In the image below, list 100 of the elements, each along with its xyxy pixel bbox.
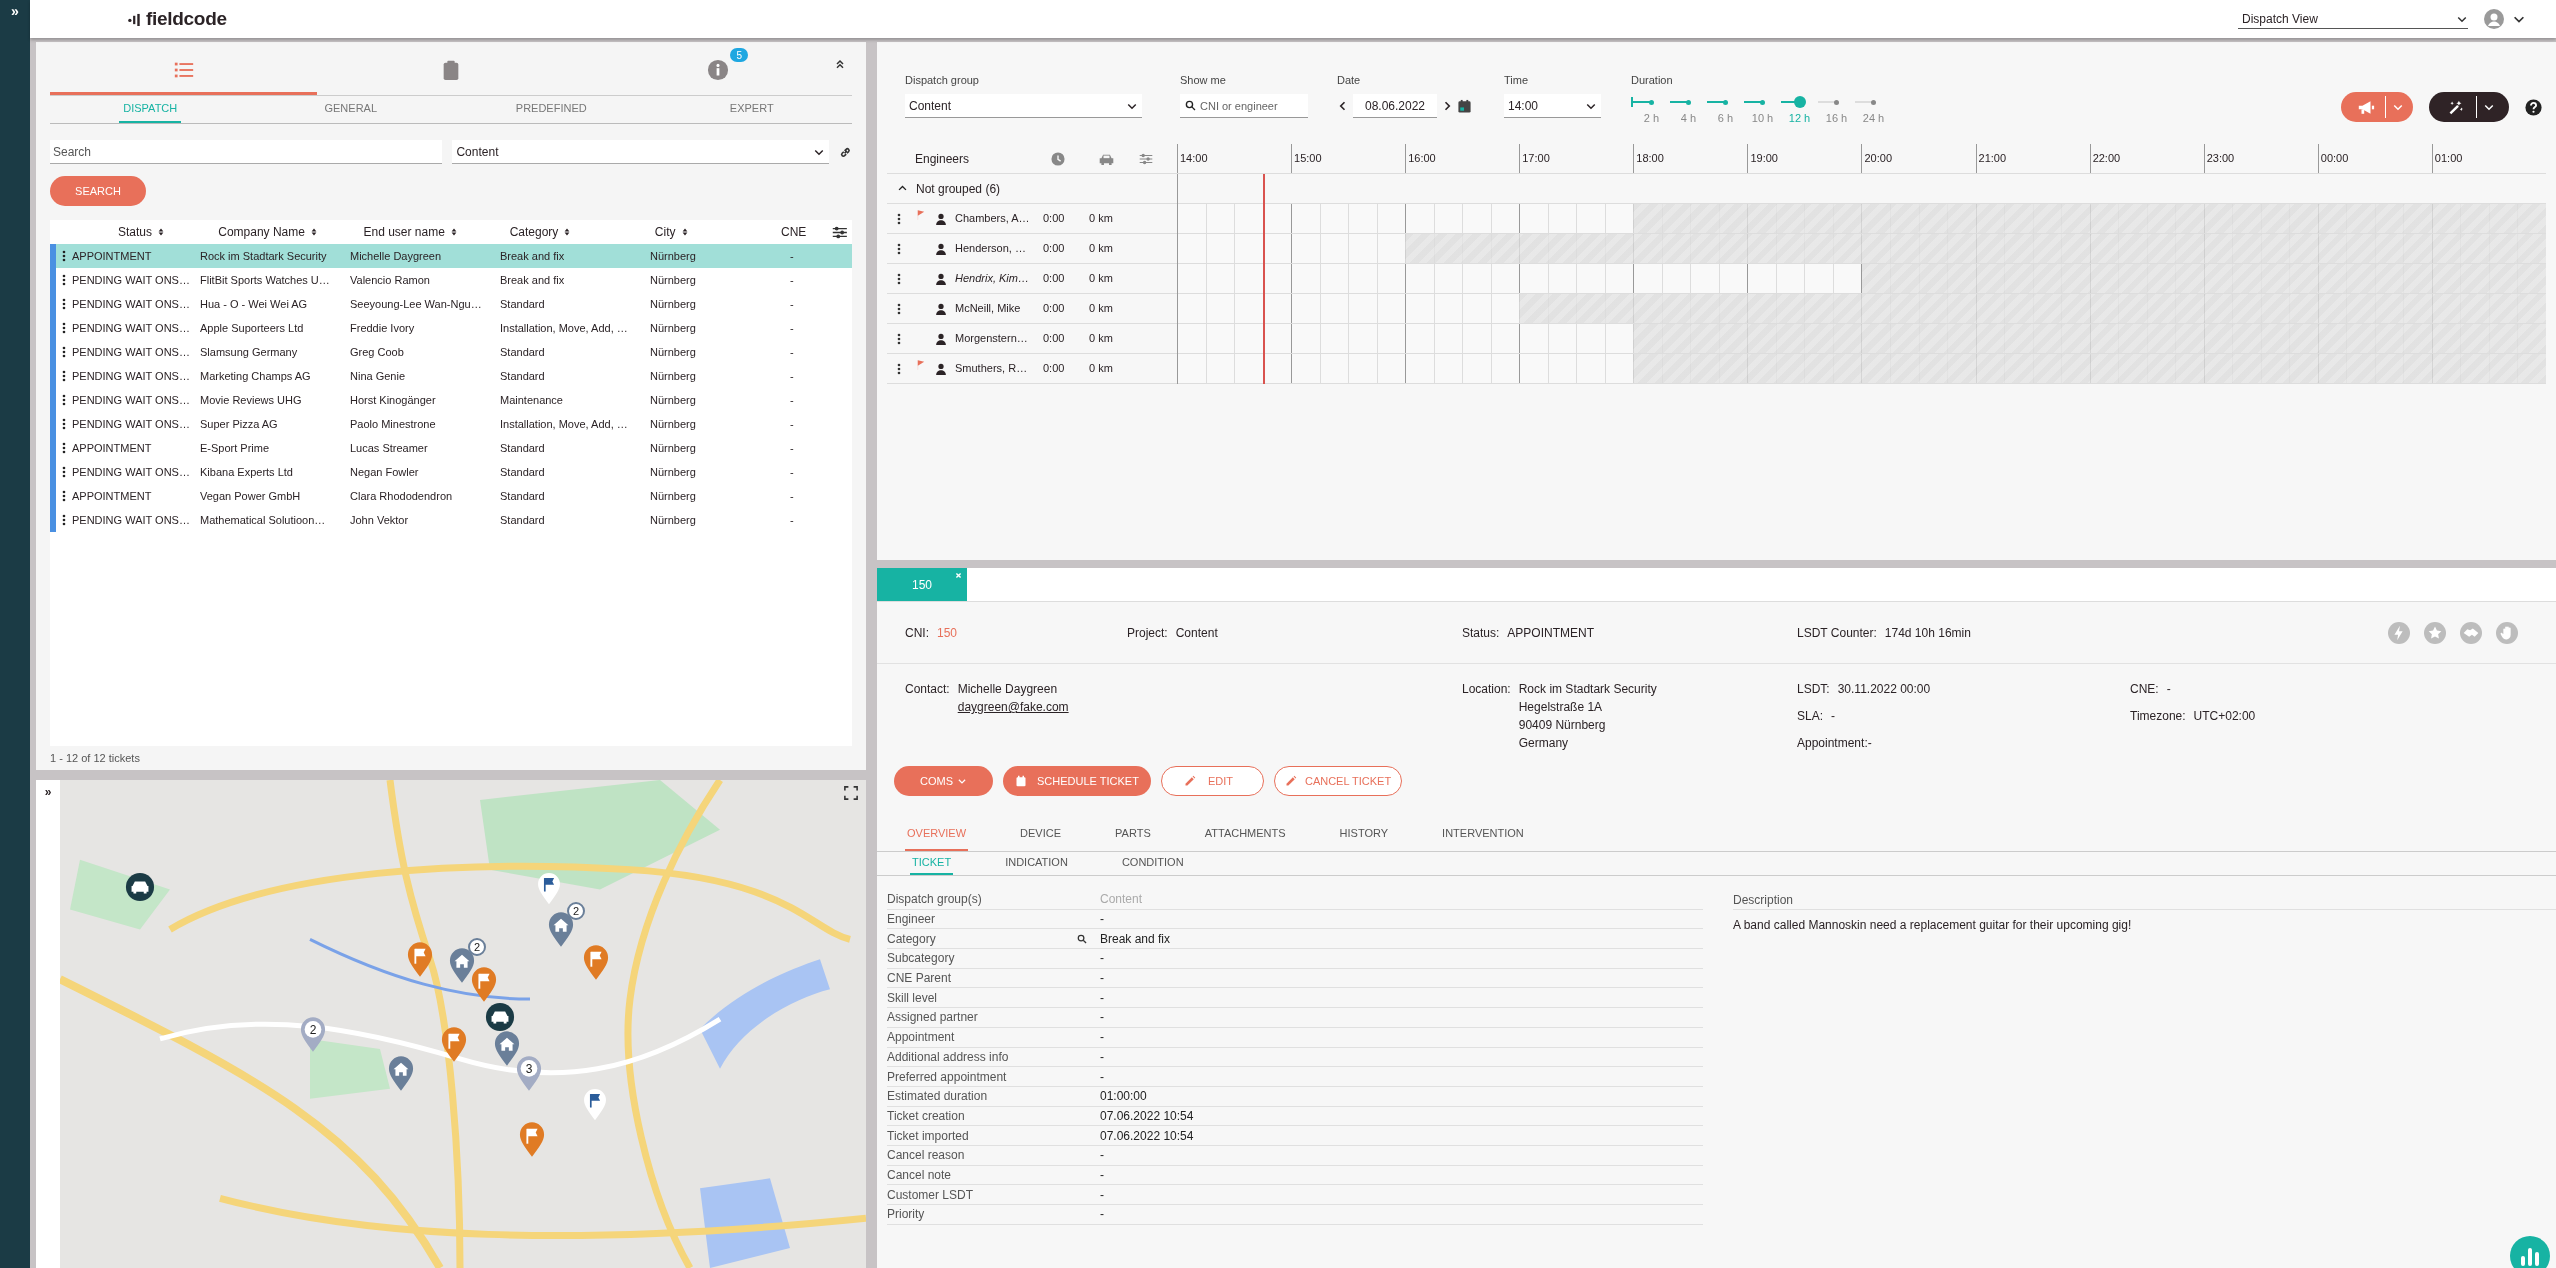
search-field[interactable]: Search	[50, 140, 443, 164]
tab[interactable]: EXPERT	[725, 96, 778, 123]
more-icon[interactable]	[62, 514, 66, 526]
table-cell: APPOINTMENT	[72, 490, 152, 502]
table-cell: -	[790, 346, 794, 358]
collapse-icon[interactable]	[834, 58, 846, 70]
engineer-name[interactable]: McNeill, Mike	[955, 300, 1043, 317]
chat-widget-icon[interactable]	[2510, 1236, 2550, 1268]
house-marker-icon[interactable]	[449, 948, 475, 984]
engineer-name[interactable]: Morgenstern…	[955, 330, 1043, 347]
flag-marker-icon[interactable]	[583, 1089, 607, 1121]
house-marker-icon[interactable]	[494, 1031, 520, 1067]
cluster-marker-icon[interactable]	[300, 1017, 326, 1053]
date-field[interactable]: 08.06.2022	[1353, 94, 1437, 118]
more-icon[interactable]	[897, 362, 901, 375]
column-settings-icon[interactable]	[832, 225, 848, 239]
car-marker-icon[interactable]	[485, 1002, 515, 1032]
slider-tick[interactable]	[1871, 100, 1876, 105]
more-icon[interactable]	[62, 394, 66, 406]
calendar-icon[interactable]	[1457, 98, 1472, 114]
column-header[interactable]: Status	[118, 223, 153, 241]
cluster-marker-icon[interactable]	[516, 1056, 542, 1092]
column-header[interactable]: End user name	[363, 223, 445, 241]
column-header[interactable]: Company Name	[218, 223, 305, 241]
more-icon[interactable]	[62, 346, 66, 358]
column-header[interactable]: Category	[509, 223, 559, 241]
field-label: LSDT:	[1797, 681, 1830, 698]
auto-dispatch-split-button[interactable]	[2429, 92, 2509, 122]
slider-tick[interactable]	[1686, 100, 1691, 105]
flag-marker-icon[interactable]	[441, 1027, 467, 1063]
slider-tick[interactable]	[1649, 100, 1654, 105]
house-marker-icon[interactable]	[548, 912, 574, 948]
more-icon[interactable]	[897, 242, 901, 255]
sort-icon[interactable]	[564, 227, 571, 237]
flag-marker-icon[interactable]	[537, 873, 561, 905]
engineer-name[interactable]: Hendrix, Kim…	[955, 270, 1043, 287]
column-header[interactable]: City	[654, 223, 676, 241]
flag-marker-icon[interactable]	[471, 967, 497, 1003]
more-icon[interactable]	[62, 274, 66, 286]
search-icon[interactable]	[1077, 933, 1087, 944]
dispatch-group-select[interactable]: Content	[905, 94, 1142, 118]
filter-select[interactable]: Content	[452, 140, 830, 164]
more-icon[interactable]	[897, 332, 901, 345]
table-cell: PENDING WAIT ONS…	[72, 394, 190, 406]
more-icon[interactable]	[62, 250, 66, 262]
sort-icon[interactable]	[158, 227, 165, 237]
link-icon[interactable]	[839, 145, 852, 159]
more-icon[interactable]	[62, 442, 66, 454]
more-icon[interactable]	[897, 272, 901, 285]
more-icon[interactable]	[62, 466, 66, 478]
sort-icon[interactable]	[310, 227, 317, 237]
house-marker-icon[interactable]	[388, 1056, 414, 1092]
fullscreen-icon[interactable]	[844, 786, 858, 800]
section-tab[interactable]: PARTS	[1113, 818, 1153, 851]
more-icon[interactable]	[62, 322, 66, 334]
duration-label: 24 h	[1862, 111, 1885, 126]
section-tab[interactable]: INTERVENTION	[1440, 818, 1526, 851]
slider-tick[interactable]	[1834, 100, 1839, 105]
flag-marker-icon[interactable]	[519, 1122, 545, 1158]
sort-icon[interactable]	[450, 227, 457, 237]
field-label: Show me	[1180, 73, 1227, 88]
engineer-name[interactable]: Henderson, …	[955, 240, 1043, 257]
more-icon[interactable]	[62, 370, 66, 382]
slider-tick[interactable]	[1723, 100, 1728, 105]
table-cell: Nürnberg	[650, 250, 696, 262]
sort-icon[interactable]	[681, 227, 688, 237]
section-tab[interactable]: DEVICE	[1018, 818, 1064, 851]
announce-split-button[interactable]	[2341, 92, 2413, 122]
more-icon[interactable]	[62, 490, 66, 502]
sub-tab[interactable]: CONDITION	[1119, 852, 1186, 875]
show-me-field[interactable]: CNI or engineer	[1180, 94, 1308, 118]
tab[interactable]: PREDEFINED	[511, 96, 591, 123]
sub-tab[interactable]: INDICATION	[1003, 852, 1070, 875]
slider-tick[interactable]	[1760, 100, 1765, 105]
section-tab[interactable]: HISTORY	[1337, 818, 1391, 851]
car-marker-icon[interactable]	[125, 872, 155, 902]
flag-marker-icon[interactable]	[583, 945, 609, 981]
tab[interactable]: GENERAL	[320, 96, 382, 123]
group-label[interactable]: Not grouped (6)	[916, 179, 1001, 198]
map-toggle[interactable]: »	[44, 786, 52, 800]
settings-icon[interactable]	[1139, 152, 1153, 165]
more-icon[interactable]	[62, 418, 66, 430]
flag-marker-icon[interactable]	[407, 942, 433, 978]
avatar-icon[interactable]	[2484, 9, 2504, 29]
more-icon[interactable]	[897, 212, 901, 225]
time-select[interactable]: 14:00	[1504, 94, 1601, 118]
more-icon[interactable]	[62, 298, 66, 310]
table-cell: Nürnberg	[650, 466, 696, 478]
slider-tick[interactable]	[1793, 96, 1806, 108]
ticket-row[interactable]: APPOINTMENT Rock im Stadtark Security Michelle Daygreen Break and fix Nürnberg -	[50, 244, 852, 268]
more-icon[interactable]	[897, 302, 901, 315]
column-header[interactable]: CNE	[781, 223, 807, 241]
engineer-name[interactable]: Chambers, A…	[955, 210, 1043, 227]
close-icon[interactable]	[955, 572, 962, 579]
expand-toggle[interactable]: »	[11, 4, 19, 18]
email-link[interactable]: daygreen@fake.com	[957, 698, 1069, 716]
engineer-name[interactable]: Smuthers, R…	[955, 360, 1043, 377]
view-select[interactable]: Dispatch View	[2238, 9, 2468, 29]
help-icon[interactable]	[2525, 98, 2542, 116]
section-tab[interactable]: ATTACHMENTS	[1202, 818, 1288, 851]
